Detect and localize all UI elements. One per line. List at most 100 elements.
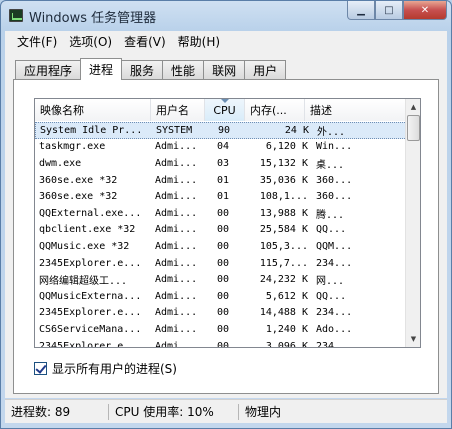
process-list[interactable]: 映像名称 用户名 CPU 内存(... 描述 System Idle Pr...… [34, 98, 421, 348]
status-bar: 进程数: 89 CPU 使用率: 10% 物理内 [5, 399, 447, 423]
cell-cpu: 90 [217, 124, 230, 136]
title-bar[interactable]: Windows 任务管理器 ▁ □ ✕ [1, 1, 451, 31]
column-header-user[interactable]: 用户名 [151, 99, 205, 121]
task-manager-icon [9, 9, 23, 22]
menu-view[interactable]: 查看(V) [118, 33, 172, 50]
cell-cpu: 00 [216, 323, 229, 335]
cell-memory: 24,232 K [259, 274, 308, 286]
column-header-memory[interactable]: 内存(... [245, 99, 305, 121]
table-row[interactable]: 2345Explorer.e... Admi... 00 3,096 K 234... [35, 338, 407, 348]
cell-cpu: 00 [216, 257, 229, 269]
cell-memory: 6,120 K [265, 141, 308, 153]
cell-memory: 24 K [284, 124, 309, 136]
cell-cpu: 00 [216, 307, 229, 319]
cell-cpu: 00 [216, 274, 229, 286]
cell-user: Admi... [155, 207, 198, 219]
status-process-count: 进程数: 89 [5, 403, 109, 420]
scroll-up-arrow-icon[interactable]: ▲ [407, 100, 420, 114]
cell-memory: 115,7... [259, 257, 308, 269]
cell-name: CS6ServiceMana... [39, 323, 142, 335]
cell-user: Admi... [155, 191, 198, 203]
cell-user: Admi... [155, 224, 198, 236]
cell-name: taskmgr.exe [39, 141, 106, 153]
cell-name: QQExternal.exe... [39, 207, 142, 219]
tab-performance[interactable]: 性能 [162, 60, 205, 79]
cell-name: 360se.exe *32 [39, 174, 118, 186]
cell-user: Admi... [155, 290, 198, 302]
tab-applications[interactable]: 应用程序 [15, 60, 82, 79]
table-row[interactable]: CS6ServiceMana... Admi... 00 1,240 K Ado... [35, 321, 407, 338]
cell-description: 360... [316, 191, 353, 203]
cell-memory: 1,240 K [265, 323, 308, 335]
table-row[interactable]: qbclient.exe *32 Admi... 00 25,584 K QQ... [35, 222, 407, 239]
table-row[interactable]: QQExternal.exe... Admi... 00 13,988 K 腾... [35, 205, 407, 222]
table-row[interactable]: 360se.exe *32 Admi... 01 108,1... 360... [35, 188, 407, 205]
caption-buttons: ▁ □ ✕ [347, 1, 447, 20]
cell-memory: 14,488 K [259, 307, 308, 319]
table-row[interactable]: 2345Explorer.e... Admi... 00 115,7... 234... [35, 255, 407, 272]
cell-description: 234... [316, 257, 353, 269]
tab-services[interactable]: 服务 [121, 60, 164, 79]
cell-memory: 13,988 K [259, 207, 308, 219]
cell-cpu: 01 [216, 174, 229, 186]
column-header-description[interactable]: 描述 [305, 99, 407, 121]
table-row[interactable]: 网络编辑超级工... Admi... 00 24,232 K 网... [35, 271, 407, 288]
maximize-button[interactable]: □ [375, 1, 403, 20]
cell-name: 2345Explorer.e... [39, 307, 142, 319]
table-row[interactable]: 360se.exe *32 Admi... 01 35,036 K 360... [35, 172, 407, 189]
table-row[interactable]: 2345Explorer.e... Admi... 00 14,488 K 234... [35, 305, 407, 322]
table-row[interactable]: dwm.exe Admi... 03 15,132 K 桌... [35, 155, 407, 172]
cell-cpu: 00 [216, 207, 229, 219]
cell-cpu: 00 [216, 224, 229, 236]
cell-memory: 3,096 K [265, 340, 308, 348]
cell-user: Admi... [155, 340, 198, 348]
cell-user: Admi... [155, 174, 198, 186]
column-header-cpu[interactable]: CPU [205, 99, 245, 121]
tab-networking[interactable]: 联网 [203, 60, 246, 79]
cell-cpu: 00 [216, 240, 229, 252]
scroll-down-arrow-icon[interactable]: ▼ [407, 332, 420, 346]
cell-name: 2345Explorer.e... [39, 340, 142, 348]
sort-descending-icon [220, 99, 229, 103]
column-header-cpu-label: CPU [213, 103, 236, 117]
window-title: Windows 任务管理器 [29, 11, 157, 26]
table-row[interactable]: QQMusicExterna... Admi... 00 5,612 K QQ... [35, 288, 407, 305]
cell-name: QQMusicExterna... [39, 290, 142, 302]
cell-description: QQ... [316, 224, 347, 236]
cell-user: Admi... [155, 274, 198, 286]
cell-description: 234... [316, 307, 353, 319]
table-row[interactable]: QQMusic.exe *32 Admi... 00 105,3... QQM... [35, 238, 407, 255]
cell-cpu: 00 [216, 340, 229, 348]
menu-options[interactable]: 选项(O) [63, 33, 118, 50]
minimize-button[interactable]: ▁ [347, 1, 375, 20]
task-manager-window: Windows 任务管理器 ▁ □ ✕ 文件(F) 选项(O) 查看(V) 帮助… [0, 0, 452, 429]
cell-name: 网络编辑超级工... [39, 276, 128, 288]
cell-user: Admi... [155, 323, 198, 335]
tab-users[interactable]: 用户 [244, 60, 287, 79]
show-all-users-label: 显示所有用户的进程(S) [52, 362, 177, 376]
show-all-users-option[interactable]: 显示所有用户的进程(S) [34, 360, 177, 377]
close-button[interactable]: ✕ [403, 1, 447, 20]
cell-user: SYSTEM [156, 124, 193, 136]
status-physical-memory: 物理内 [245, 405, 282, 419]
menu-file[interactable]: 文件(F) [11, 33, 63, 50]
vertical-scrollbar[interactable]: ▲ ▼ [405, 99, 420, 347]
menu-help[interactable]: 帮助(H) [172, 33, 226, 50]
show-all-users-checkbox[interactable] [34, 362, 47, 375]
cell-user: Admi... [155, 240, 198, 252]
cell-memory: 25,584 K [259, 224, 308, 236]
cell-user: Admi... [155, 157, 198, 169]
cell-name: 2345Explorer.e... [39, 257, 142, 269]
cell-name: QQMusic.exe *32 [39, 240, 130, 252]
cell-name: System Idle Pr... [40, 124, 143, 136]
process-rows: System Idle Pr... SYSTEM 90 24 K 外... taskmgr… [35, 122, 407, 348]
cell-memory: 108,1... [259, 191, 308, 203]
menu-bar: 文件(F) 选项(O) 查看(V) 帮助(H) [5, 31, 447, 51]
cell-memory: 35,036 K [259, 174, 308, 186]
tab-processes[interactable]: 进程 [80, 58, 123, 80]
table-row[interactable]: taskmgr.exe Admi... 04 6,120 K Win... [35, 139, 407, 156]
processes-panel: 映像名称 用户名 CPU 内存(... 描述 System Idle Pr...… [13, 79, 439, 394]
column-header-name[interactable]: 映像名称 [35, 99, 151, 121]
table-row[interactable]: System Idle Pr... SYSTEM 90 24 K 外... [35, 122, 407, 139]
scroll-thumb[interactable] [407, 115, 420, 141]
